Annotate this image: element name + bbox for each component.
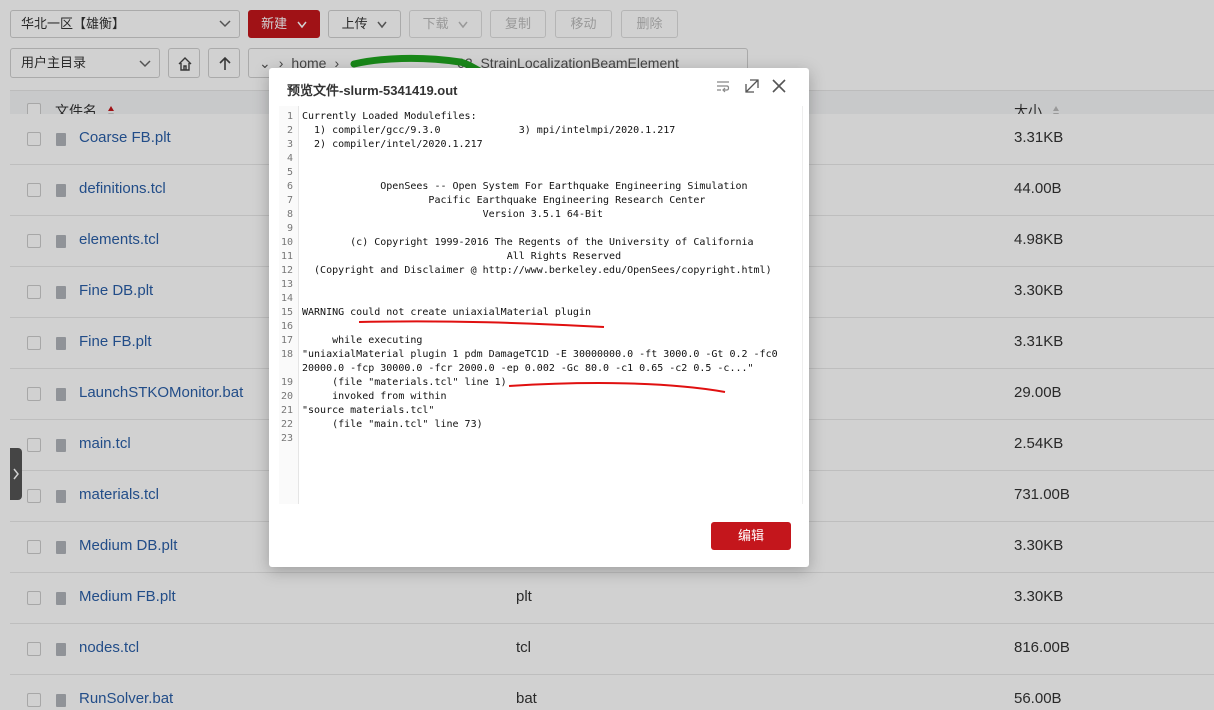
code-line: WARNING could not create uniaxialMateria… [302,307,591,318]
code-line: while executing [302,335,423,346]
code-line: Currently Loaded Modulefiles: [302,111,477,122]
line-number: 18 [280,349,293,360]
line-number: 7 [286,195,293,206]
edit-button[interactable]: 编辑 [711,522,791,550]
line-number: 23 [280,433,293,444]
code-line: (c) Copyright 1999-2016 The Regents of t… [302,237,754,248]
line-number: 10 [280,237,293,248]
line-number: 15 [280,307,293,318]
line-number: 8 [286,209,293,220]
code-line: All Rights Reserved [302,251,622,262]
code-line: 2) compiler/intel/2020.1.217 [302,139,483,150]
line-number: 4 [286,153,293,164]
line-number: 14 [280,293,293,304]
code-line: (file "materials.tcl" line 1) [302,377,507,388]
file-content-viewer[interactable]: 1 Currently Loaded Modulefiles: 2 1) compi… [279,106,803,504]
line-number: 2 [286,125,293,136]
code-line: 20000.0 -fcp 30000.0 -fcr 2000.0 -ep 0.0… [302,363,754,374]
line-number: 13 [280,279,293,290]
line-number: 16 [280,321,293,332]
code-line: Pacific Earthquake Engineering Research … [302,195,706,206]
code-line: 1) compiler/gcc/9.3.0 3) mpi/intelmpi/20… [302,125,676,136]
line-number: 11 [280,251,293,262]
line-number: 6 [286,181,293,192]
code-line: (file "main.tcl" line 73) [302,419,483,430]
line-number: 9 [286,223,293,234]
close-icon[interactable] [772,79,786,93]
line-number: 22 [280,419,293,430]
code-line: "uniaxialMaterial plugin 1 pdm DamageTC1… [302,349,778,360]
line-number: 21 [280,405,293,416]
code-line: OpenSees -- Open System For Earthquake E… [302,181,748,192]
line-number: 20 [280,391,293,402]
preview-dialog: 预览文件-slurm-5341419.out 1 Currently Loaded… [269,68,809,567]
wrap-lines-icon[interactable] [716,79,730,93]
line-number: 5 [286,167,293,178]
line-number: 17 [280,335,293,346]
code-line: "source materials.tcl" [302,405,435,416]
line-number: 3 [286,139,293,150]
maximize-icon[interactable] [745,79,759,93]
line-number: 1 [286,111,293,122]
code-line: (Copyright and Disclaimer @ http://www.b… [302,265,772,276]
code-line: Version 3.5.1 64-Bit [302,209,604,220]
dialog-title: 预览文件-slurm-5341419.out [287,83,458,98]
code-line: invoked from within [302,391,447,402]
line-number: 19 [280,377,293,388]
line-number: 12 [280,265,293,276]
